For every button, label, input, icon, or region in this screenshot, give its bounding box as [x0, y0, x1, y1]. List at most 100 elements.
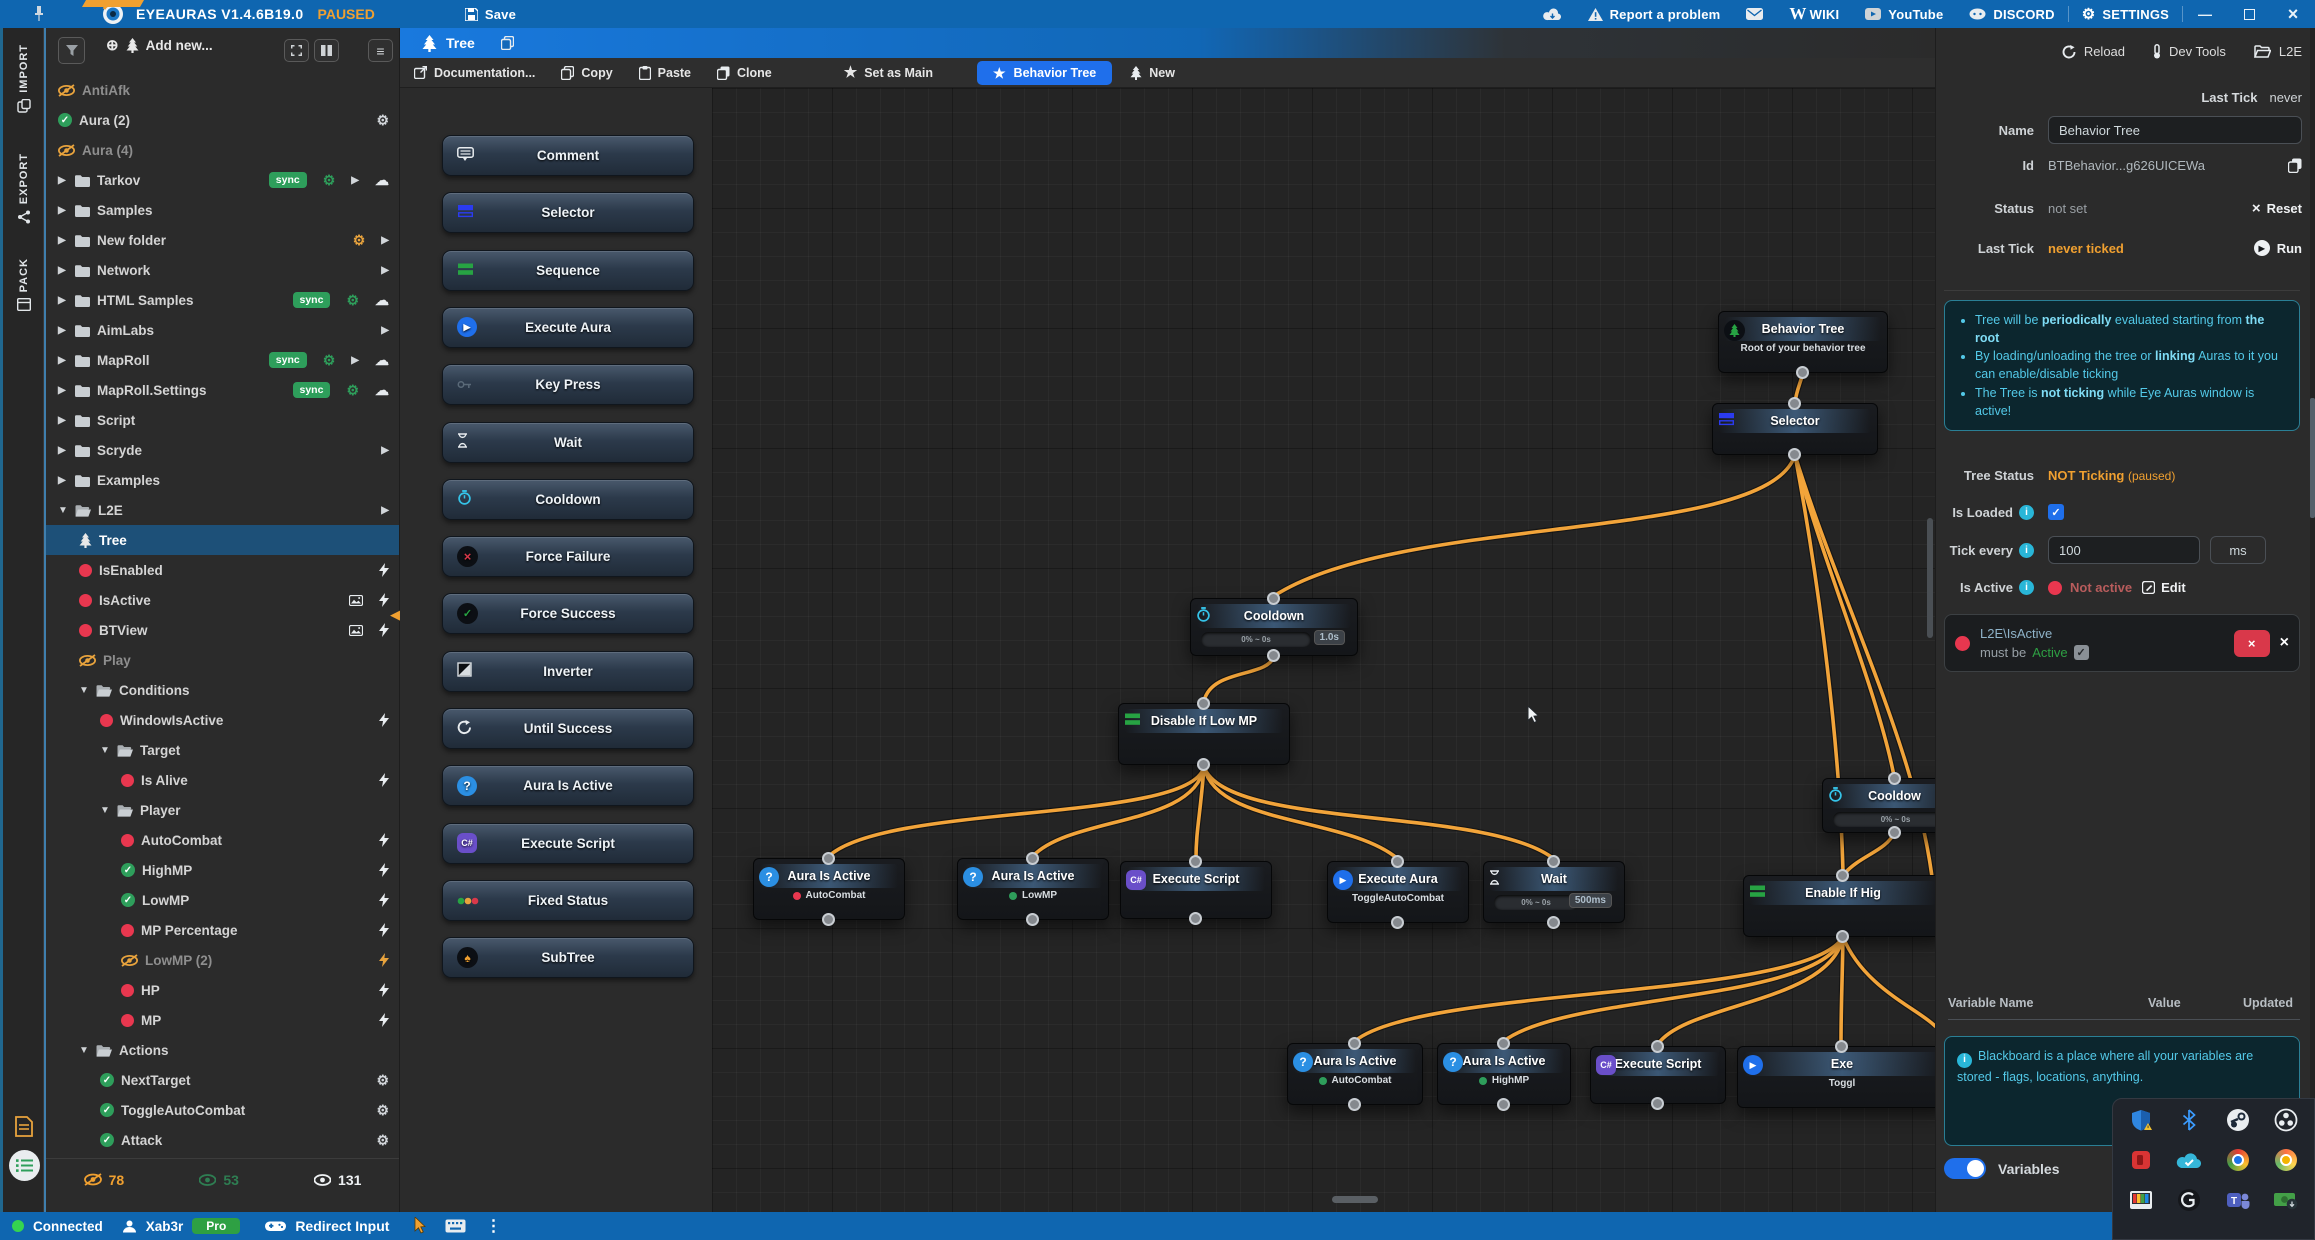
chevron-right-icon[interactable]: ▶: [351, 175, 359, 186]
run-button[interactable]: ▶ Run: [2254, 240, 2302, 256]
minimize-button[interactable]: —: [2183, 0, 2227, 28]
mail-button[interactable]: [1746, 8, 1763, 20]
settings-button[interactable]: ⚙ SETTINGS: [2082, 7, 2169, 22]
palette-comment[interactable]: Comment: [442, 135, 694, 176]
node-cooldown2[interactable]: Cooldow0% ~ 0s: [1822, 778, 1935, 833]
node-port-bottom[interactable]: [1348, 1098, 1361, 1111]
info-icon[interactable]: i: [2019, 505, 2034, 520]
palette-sequence[interactable]: Sequence: [442, 250, 694, 291]
close-button[interactable]: ×: [2271, 0, 2315, 28]
linked-aura-condition[interactable]: L2E\IsActive must be Active ✓ × ×: [1944, 614, 2300, 672]
node-port-bottom[interactable]: [1888, 826, 1901, 839]
node-aura-active-3[interactable]: ?Aura Is ActiveAutoCombat: [1287, 1043, 1423, 1105]
export-tool[interactable]: EXPORT: [3, 153, 44, 224]
sidebar-item-mp[interactable]: MP: [46, 1005, 399, 1035]
chevron-right-icon[interactable]: ▶: [381, 235, 389, 246]
pin-icon[interactable]: [34, 6, 44, 22]
layout-columns-button[interactable]: [314, 39, 339, 62]
sidebar-item-mp-percentage[interactable]: MP Percentage: [46, 915, 399, 945]
palette-selector[interactable]: Selector: [442, 192, 694, 233]
sidebar-item-toggleautocombat[interactable]: ✓ToggleAutoCombat⚙: [46, 1095, 399, 1125]
node-param-badge[interactable]: 500ms: [1569, 893, 1612, 908]
sidebar-item-conditions[interactable]: ▼Conditions: [46, 675, 399, 705]
tree-caret-icon[interactable]: ▶: [58, 475, 68, 486]
save-button[interactable]: Save: [465, 7, 516, 22]
sidebar-item-maproll[interactable]: ▶MapRollsync⚙▶☁: [46, 345, 399, 375]
node-port-top[interactable]: [1888, 772, 1901, 785]
tray-red-app-icon[interactable]: [2128, 1147, 2154, 1173]
node-port-bottom[interactable]: [1651, 1097, 1664, 1110]
sidebar-item-play[interactable]: Play: [46, 645, 399, 675]
add-new-button[interactable]: ⊕ Add new...: [106, 38, 266, 53]
l2e-folder-button[interactable]: L2E: [2254, 44, 2302, 59]
node-port-top[interactable]: [1788, 397, 1801, 410]
node-disable-if-low-mp[interactable]: Disable If Low MP: [1118, 703, 1290, 765]
tray-obs-icon[interactable]: [2273, 1107, 2299, 1133]
cloud-icon[interactable]: ☁: [375, 352, 389, 369]
palette-cooldown[interactable]: Cooldown: [442, 479, 694, 520]
cloud-icon[interactable]: ☁: [375, 172, 389, 189]
remove-condition-button[interactable]: ×: [2234, 630, 2270, 657]
sidebar-item-attack[interactable]: ✓Attack⚙: [46, 1125, 399, 1155]
palette-subtree[interactable]: ♠SubTree: [442, 937, 694, 978]
sidebar-item-target[interactable]: ▼Target: [46, 735, 399, 765]
tree-caret-icon[interactable]: ▶: [58, 205, 68, 216]
sidebar-collapse-arrow[interactable]: ◀: [390, 607, 400, 623]
tray-cloud-check-icon[interactable]: [2176, 1147, 2202, 1173]
notes-icon[interactable]: [15, 1116, 33, 1137]
sidebar-item-lowmp-2-[interactable]: LowMP (2): [46, 945, 399, 975]
tree-caret-icon[interactable]: ▶: [58, 265, 68, 276]
partial-count[interactable]: 53: [199, 1172, 239, 1188]
node-selector[interactable]: Selector: [1712, 403, 1878, 455]
node-port-bottom[interactable]: [1547, 916, 1560, 929]
panel-scrollbar[interactable]: [2310, 28, 2315, 1212]
tree-caret-icon[interactable]: ▼: [100, 745, 110, 756]
palette-key-press[interactable]: Key Press: [442, 364, 694, 405]
condition-checkbox[interactable]: ✓: [2074, 645, 2089, 660]
sidebar-item-html-samples[interactable]: ▶HTML Samplessync⚙☁: [46, 285, 399, 315]
filter-button[interactable]: [58, 37, 85, 64]
info-icon[interactable]: i: [2019, 580, 2034, 595]
node-port-top[interactable]: [1026, 852, 1039, 865]
tree-caret-icon[interactable]: ▼: [100, 805, 110, 816]
node-port-bottom[interactable]: [1497, 1098, 1510, 1111]
paste-button[interactable]: Paste: [639, 66, 691, 80]
palette-until-success[interactable]: Until Success: [442, 708, 694, 749]
edit-button[interactable]: Edit: [2142, 580, 2186, 595]
sidebar-item-highmp[interactable]: ✓HighMP: [46, 855, 399, 885]
node-port-bottom[interactable]: [1788, 448, 1801, 461]
node-exec-aura-1[interactable]: ▶Execute AuraToggleAutoCombat: [1327, 861, 1469, 923]
sidebar-item-windowisactive[interactable]: WindowIsActive: [46, 705, 399, 735]
node-port-bottom[interactable]: [1391, 916, 1404, 929]
tray-logitech-icon[interactable]: [2176, 1187, 2202, 1213]
node-port-bottom[interactable]: [1796, 366, 1809, 379]
node-port-top[interactable]: [1267, 592, 1280, 605]
node-port-bottom[interactable]: [1026, 913, 1039, 926]
sidebar-item-aimlabs[interactable]: ▶AimLabs▶: [46, 315, 399, 345]
node-port-top[interactable]: [1497, 1037, 1510, 1050]
palette-execute-script[interactable]: C#Execute Script: [442, 823, 694, 864]
node-exec-script-2[interactable]: C#Execute Script: [1590, 1046, 1726, 1104]
tree-caret-icon[interactable]: ▶: [58, 385, 68, 396]
node-port-top[interactable]: [1189, 855, 1202, 868]
tray-bluetooth-icon[interactable]: [2176, 1107, 2202, 1133]
node-aura-active-2[interactable]: ?Aura Is ActiveLowMP: [957, 858, 1109, 920]
youtube-button[interactable]: YouTube: [1865, 7, 1943, 22]
tray-defender-icon[interactable]: [2128, 1107, 2154, 1133]
clone-button[interactable]: Clone: [717, 66, 772, 80]
node-port-top[interactable]: [1391, 855, 1404, 868]
copy-button[interactable]: Copy: [561, 66, 612, 80]
node-port-bottom[interactable]: [1197, 758, 1210, 771]
variables-toggle[interactable]: [1944, 1158, 1986, 1179]
reset-button[interactable]: × Reset: [2252, 200, 2302, 217]
is-loaded-checkbox[interactable]: ✓: [2048, 504, 2064, 520]
sidebar-item-isactive[interactable]: IsActive: [46, 585, 399, 615]
sidebar-item-isenabled[interactable]: IsEnabled: [46, 555, 399, 585]
copy-id-icon[interactable]: [2288, 158, 2302, 173]
chevron-right-icon[interactable]: ▶: [351, 355, 359, 366]
gear-icon[interactable]: ⚙: [323, 352, 336, 369]
set-as-main-button[interactable]: ★ Set as Main: [844, 65, 933, 80]
tree-caret-icon[interactable]: ▶: [58, 445, 68, 456]
sidebar-item-actions[interactable]: ▼Actions: [46, 1035, 399, 1065]
tree-caret-icon[interactable]: ▶: [58, 415, 68, 426]
